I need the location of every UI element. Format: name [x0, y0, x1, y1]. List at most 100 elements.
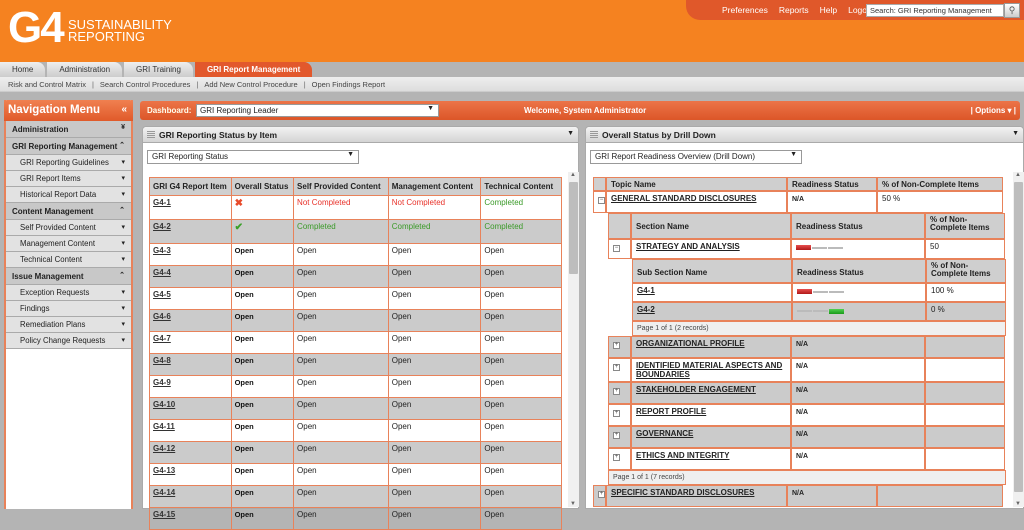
- scrollbar-thumb[interactable]: [569, 182, 578, 274]
- scrollbar-thumb[interactable]: [1014, 182, 1023, 492]
- sidebar-item-findings[interactable]: Findings ▾: [6, 301, 131, 317]
- subsection-link[interactable]: G4-2: [637, 305, 655, 314]
- section-link[interactable]: GOVERNANCE: [636, 429, 693, 438]
- sidebar-item-self-provided-content[interactable]: Self Provided Content ▾: [6, 220, 131, 236]
- report-item-link[interactable]: G4-12: [153, 444, 175, 453]
- sidebar-item-historical-report-data[interactable]: Historical Report Data ▾: [6, 187, 131, 203]
- section-link[interactable]: STAKEHOLDER ENGAGEMENT: [636, 385, 756, 394]
- report-item-link[interactable]: G4-13: [153, 466, 175, 475]
- search-input[interactable]: Search: GRI Reporting Management: [866, 4, 1004, 17]
- readiness-bar: [796, 245, 843, 250]
- preferences-link[interactable]: Preferences: [722, 5, 768, 15]
- expand-icon[interactable]: +: [613, 388, 620, 395]
- dashboard-select[interactable]: GRI Reporting Leader ▼: [196, 104, 439, 117]
- sidebar-item-remediation-plans[interactable]: Remediation Plans ▾: [6, 317, 131, 333]
- tab-gri-training[interactable]: GRI Training: [124, 62, 193, 77]
- expand-icon[interactable]: +: [613, 342, 620, 349]
- scroll-down-icon[interactable]: ▼: [570, 501, 576, 507]
- sidebar-group-administration[interactable]: Administration ¥: [6, 121, 131, 138]
- collapse-icon[interactable]: −: [613, 245, 620, 252]
- report-item-link[interactable]: G4-14: [153, 488, 175, 497]
- section-row: + IDENTIFIED MATERIAL ASPECTS AND BOUNDAR…: [608, 358, 1005, 382]
- scroll-up-icon[interactable]: ▲: [1015, 172, 1021, 178]
- overall-cell: Open: [230, 353, 295, 376]
- column-header[interactable]: Technical Content: [480, 177, 562, 196]
- report-item-link[interactable]: G4-15: [153, 510, 175, 519]
- self-content-cell: Open: [293, 441, 389, 464]
- report-item-link[interactable]: G4-3: [153, 246, 171, 255]
- column-header[interactable]: Self Provided Content: [293, 177, 389, 196]
- report-item-link[interactable]: G4-4: [153, 268, 171, 277]
- sidebar-group-content-management[interactable]: Content Management ⌃: [6, 203, 131, 220]
- tab-home[interactable]: Home: [0, 62, 46, 77]
- expand-icon[interactable]: +: [613, 364, 620, 371]
- item-label: Technical Content: [20, 255, 82, 264]
- vertical-scrollbar[interactable]: ▲ ▼: [1013, 172, 1024, 507]
- drag-handle-icon[interactable]: [590, 131, 598, 138]
- technical-content-cell: Open: [480, 331, 562, 354]
- section-link[interactable]: STRATEGY AND ANALYSIS: [636, 242, 740, 251]
- subsection-header-row: Sub Section Name Readiness Status % of N…: [632, 259, 1006, 283]
- section-link[interactable]: ETHICS AND INTEGRITY: [636, 451, 729, 460]
- sidebar-item-gri-reporting-guidelines[interactable]: GRI Reporting Guidelines ▾: [6, 155, 131, 171]
- drill-down-select[interactable]: GRI Report Readiness Overview (Drill Dow…: [590, 150, 802, 164]
- sidebar-item-policy-change-requests[interactable]: Policy Change Requests ▾: [6, 333, 131, 349]
- expand-icon[interactable]: +: [613, 432, 620, 439]
- subnav-open-findings-report[interactable]: Open Findings Report: [312, 80, 385, 89]
- report-item-link[interactable]: G4-11: [153, 422, 175, 431]
- report-item-link[interactable]: G4-8: [153, 356, 171, 365]
- scroll-down-icon[interactable]: ▼: [1015, 501, 1021, 507]
- vertical-scrollbar[interactable]: ▲ ▼: [568, 172, 579, 507]
- section-link[interactable]: REPORT PROFILE: [636, 407, 706, 416]
- subnav-risk-control-matrix[interactable]: Risk and Control Matrix: [8, 80, 86, 89]
- options-menu[interactable]: | Options ▾ |: [971, 106, 1016, 115]
- topic-link[interactable]: SPECIFIC STANDARD DISCLOSURES: [611, 488, 754, 497]
- welcome-message: Welcome, System Administrator: [524, 106, 647, 115]
- report-item-link[interactable]: G4-10: [153, 400, 175, 409]
- report-item-link[interactable]: G4-2: [153, 222, 171, 231]
- report-type-select[interactable]: GRI Reporting Status ▼: [147, 150, 359, 164]
- column-header: % of Non-Complete Items: [877, 177, 1003, 191]
- select-value: GRI Report Readiness Overview (Drill Dow…: [595, 152, 756, 161]
- tab-gri-report-management[interactable]: GRI Report Management: [194, 62, 313, 77]
- tab-administration[interactable]: Administration: [47, 62, 123, 77]
- bar-segment: [797, 289, 812, 294]
- expand-icon[interactable]: +: [613, 410, 620, 417]
- reports-link[interactable]: Reports: [779, 5, 809, 15]
- section-row: + REPORT PROFILE N/A: [608, 404, 1005, 426]
- report-item-link[interactable]: G4-6: [153, 312, 171, 321]
- search-button[interactable]: ⚲: [1004, 3, 1020, 18]
- topic-link[interactable]: GENERAL STANDARD DISCLOSURES: [611, 194, 757, 203]
- panel-menu-icon[interactable]: ▼: [1012, 130, 1019, 137]
- subsection-link[interactable]: G4-1: [637, 286, 655, 295]
- help-link[interactable]: Help: [820, 5, 837, 15]
- expand-icon[interactable]: +: [613, 454, 620, 461]
- section-link[interactable]: IDENTIFIED MATERIAL ASPECTS AND BOUNDARI…: [636, 361, 782, 379]
- readiness-bar: [797, 308, 844, 314]
- sidebar-item-technical-content[interactable]: Technical Content ▾: [6, 252, 131, 268]
- report-item-link[interactable]: G4-7: [153, 334, 171, 343]
- overall-status: Open: [234, 246, 254, 255]
- column-header[interactable]: Overall Status: [230, 177, 295, 196]
- panel-menu-icon[interactable]: ▼: [567, 130, 574, 137]
- column-header[interactable]: GRI G4 Report Item: [149, 177, 232, 196]
- column-header: Readiness Status: [792, 259, 926, 283]
- report-item-link[interactable]: G4-1: [153, 198, 171, 207]
- subnav-search-control-procedures[interactable]: Search Control Procedures: [100, 80, 190, 89]
- subnav-add-control-procedure[interactable]: Add New Control Procedure: [204, 80, 297, 89]
- section-row: + GOVERNANCE N/A: [608, 426, 1005, 448]
- sidebar-group-issue-management[interactable]: Issue Management ⌃: [6, 268, 131, 285]
- collapse-sidebar-icon[interactable]: «: [121, 104, 127, 115]
- report-item-link[interactable]: G4-9: [153, 378, 171, 387]
- drag-handle-icon[interactable]: [147, 131, 155, 138]
- column-header[interactable]: Management Content: [387, 177, 482, 196]
- scroll-up-icon[interactable]: ▲: [570, 172, 576, 178]
- expand-icon[interactable]: +: [598, 491, 605, 498]
- section-link[interactable]: ORGANIZATIONAL PROFILE: [636, 339, 745, 348]
- sidebar-item-gri-report-items[interactable]: GRI Report Items ▾: [6, 171, 131, 187]
- report-item-link[interactable]: G4-5: [153, 290, 171, 299]
- collapse-icon[interactable]: −: [598, 197, 605, 204]
- sidebar-group-gri-reporting-management[interactable]: GRI Reporting Management ⌃: [6, 138, 131, 155]
- sidebar-item-exception-requests[interactable]: Exception Requests ▾: [6, 285, 131, 301]
- sidebar-item-management-content[interactable]: Management Content ▾: [6, 236, 131, 252]
